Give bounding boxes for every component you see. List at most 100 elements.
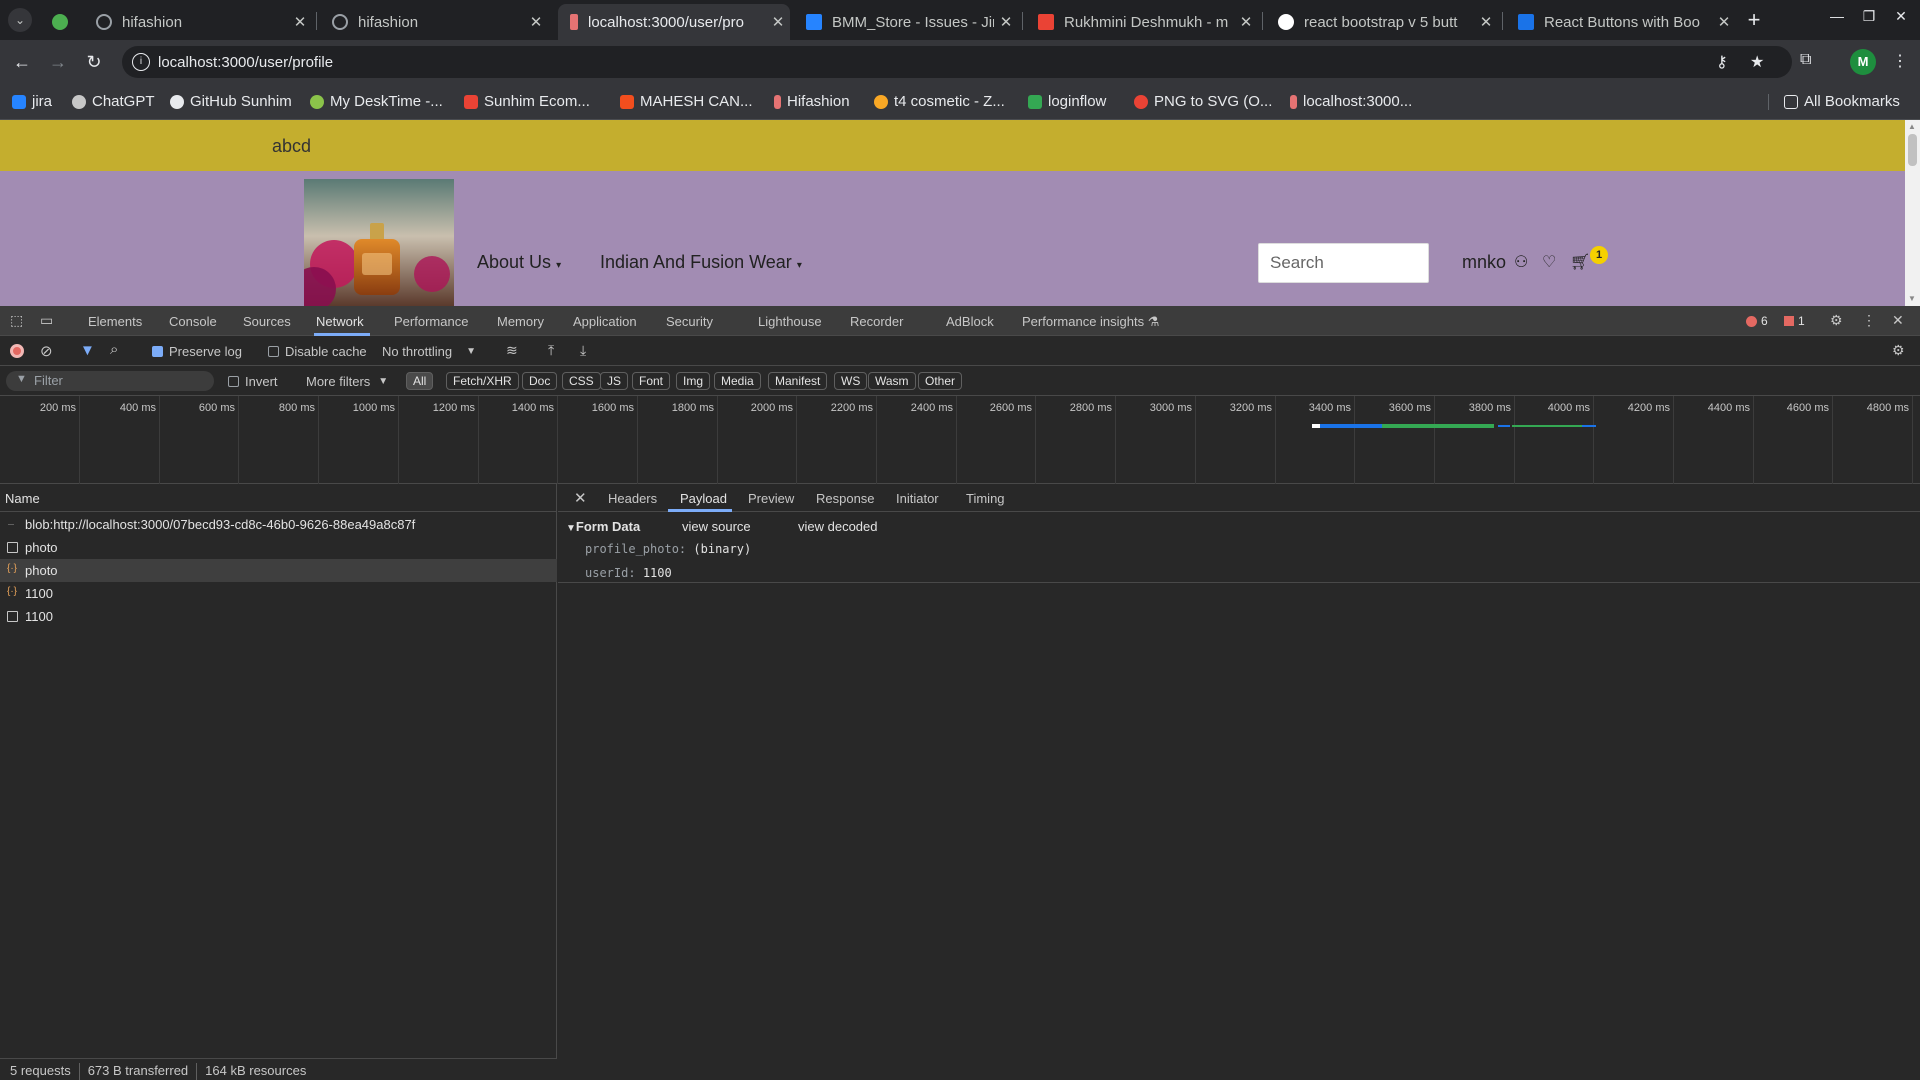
bookmark-mahesh[interactable]: MAHESH CAN... bbox=[620, 93, 753, 110]
tab-payload[interactable]: Payload bbox=[680, 491, 727, 506]
request-row[interactable]: {·} 1100 bbox=[0, 582, 557, 605]
forward-arrow-icon[interactable]: → bbox=[46, 50, 70, 74]
tab-hifashion-2[interactable]: hifashion ✕ bbox=[320, 4, 548, 40]
tab-elements[interactable]: Elements bbox=[88, 314, 142, 329]
filter-input[interactable]: Filter bbox=[6, 371, 214, 391]
request-row[interactable]: 1100 bbox=[0, 605, 557, 628]
new-tab-button[interactable]: + bbox=[1740, 6, 1768, 34]
scroll-thumb[interactable] bbox=[1908, 134, 1917, 166]
tab-performance-insights[interactable]: Performance insights ⚗ bbox=[1022, 314, 1159, 330]
network-conditions-icon[interactable]: ≋ bbox=[506, 342, 518, 359]
tab-adblock[interactable]: AdBlock bbox=[946, 314, 994, 329]
cart-icon[interactable]: 🛒︎ bbox=[1570, 252, 1590, 272]
bookmark-sunhim-ecom[interactable]: Sunhim Ecom... bbox=[464, 93, 590, 110]
filter-type-doc[interactable]: Doc bbox=[522, 372, 558, 390]
view-source-link[interactable]: view source bbox=[682, 519, 751, 534]
throttling-select[interactable]: No throttling ▼ bbox=[382, 344, 476, 359]
tab-lighthouse[interactable]: Lighthouse bbox=[758, 314, 822, 329]
bookmark-localhost[interactable]: localhost:3000... bbox=[1290, 93, 1412, 110]
user-name[interactable]: mnko bbox=[1462, 252, 1506, 273]
tab-console[interactable]: Console bbox=[169, 314, 217, 329]
close-tab-icon[interactable]: ✕ bbox=[1234, 13, 1258, 31]
close-window-button[interactable]: ✕ bbox=[1886, 8, 1916, 25]
error-count-badge[interactable]: 6 bbox=[1746, 314, 1768, 328]
site-info-icon[interactable]: i bbox=[132, 53, 150, 71]
extensions-icon[interactable]: ⧉ bbox=[1800, 51, 1811, 69]
url-text[interactable]: localhost:3000/user/profile bbox=[158, 54, 333, 71]
tab-timing[interactable]: Timing bbox=[966, 491, 1005, 506]
close-tab-icon[interactable]: ✕ bbox=[524, 13, 548, 31]
tab-recorder[interactable]: Recorder bbox=[850, 314, 903, 329]
request-row[interactable]: blob:http://localhost:3000/07becd93-cd8c… bbox=[0, 513, 557, 536]
tab-search-button[interactable]: ⌄ bbox=[8, 8, 32, 32]
close-tab-icon[interactable]: ✕ bbox=[994, 13, 1018, 31]
tab-hifashion-1[interactable]: hifashion ✕ bbox=[84, 4, 312, 40]
tab-sources[interactable]: Sources bbox=[243, 314, 291, 329]
export-har-icon[interactable]: ⤓ bbox=[580, 342, 586, 359]
bookmark-t4-cosmetic[interactable]: t4 cosmetic - Z... bbox=[874, 93, 1005, 110]
address-bar[interactable]: i localhost:3000/user/profile ⚷ ★ bbox=[122, 46, 1792, 78]
filter-type-all[interactable]: All bbox=[406, 372, 434, 390]
all-bookmarks[interactable]: All Bookmarks bbox=[1784, 93, 1900, 110]
disable-cache-checkbox[interactable]: Disable cache bbox=[268, 344, 367, 359]
tab-network[interactable]: Network bbox=[316, 314, 364, 329]
bookmark-chatgpt[interactable]: ChatGPT bbox=[72, 93, 155, 110]
bookmark-star-icon[interactable]: ★ bbox=[1750, 52, 1764, 72]
scroll-down-icon[interactable]: ▼ bbox=[1908, 294, 1916, 303]
column-header-name[interactable]: Name bbox=[0, 484, 557, 512]
close-tab-icon[interactable]: ✕ bbox=[766, 13, 790, 31]
bookmark-jira[interactable]: jira bbox=[12, 93, 52, 110]
close-tab-icon[interactable]: ✕ bbox=[1712, 13, 1736, 31]
tab-memory[interactable]: Memory bbox=[497, 314, 544, 329]
filter-type-other[interactable]: Other bbox=[918, 372, 963, 390]
password-key-icon[interactable]: ⚷ bbox=[1716, 52, 1728, 72]
tab-react-buttons[interactable]: React Buttons with Boo ✕ bbox=[1506, 4, 1736, 40]
close-tab-icon[interactable]: ✕ bbox=[1474, 13, 1498, 31]
invert-checkbox[interactable]: Invert bbox=[228, 374, 278, 389]
issue-count-badge[interactable]: 1 bbox=[1784, 314, 1805, 328]
filter-funnel-icon[interactable]: ▼ bbox=[80, 342, 95, 359]
nav-indian-fusion-wear[interactable]: Indian And Fusion Wear ▾ bbox=[600, 252, 802, 273]
filter-type-media[interactable]: Media bbox=[714, 372, 761, 390]
tab-security[interactable]: Security bbox=[666, 314, 713, 329]
inspect-element-icon[interactable]: ⬚ bbox=[10, 312, 23, 329]
tab-google-search[interactable]: react bootstrap v 5 butt ✕ bbox=[1266, 4, 1498, 40]
search-icon[interactable]: ⌕ bbox=[110, 341, 118, 358]
bookmark-png-to-svg[interactable]: PNG to SVG (O... bbox=[1134, 93, 1272, 110]
restore-button[interactable]: ❐ bbox=[1854, 8, 1884, 25]
import-har-icon[interactable]: ⤒ bbox=[548, 342, 554, 359]
user-icon[interactable]: ⚇ bbox=[1514, 252, 1528, 272]
menu-kebab-icon[interactable]: ⋮ bbox=[1892, 51, 1908, 71]
checkbox-checked[interactable] bbox=[152, 346, 163, 357]
tab-headers[interactable]: Headers bbox=[608, 491, 657, 506]
close-tab-icon[interactable]: ✕ bbox=[288, 13, 312, 31]
checkbox-unchecked[interactable] bbox=[228, 376, 239, 387]
bookmark-hifashion[interactable]: Hifashion bbox=[774, 93, 850, 110]
bookmark-desktime[interactable]: My DeskTime -... bbox=[310, 93, 443, 110]
record-button[interactable] bbox=[10, 344, 24, 358]
tab-initiator[interactable]: Initiator bbox=[896, 491, 939, 506]
request-row-selected[interactable]: {·} photo bbox=[0, 559, 557, 582]
nav-about-us[interactable]: About Us ▾ bbox=[477, 252, 561, 273]
tab-bmm-store-jira[interactable]: BMM_Store - Issues - Jir ✕ bbox=[794, 4, 1018, 40]
tab-localhost-profile[interactable]: localhost:3000/user/pro ✕ bbox=[558, 4, 790, 40]
filter-type-manifest[interactable]: Manifest bbox=[768, 372, 828, 390]
reload-icon[interactable]: ↻ bbox=[82, 50, 106, 74]
back-arrow-icon[interactable]: ← bbox=[10, 50, 34, 74]
wishlist-heart-icon[interactable]: ♡ bbox=[1542, 252, 1556, 272]
tab-pinned[interactable] bbox=[40, 4, 80, 40]
profile-avatar[interactable]: M bbox=[1850, 49, 1876, 75]
tab-gmail[interactable]: Rukhmini Deshmukh - m ✕ bbox=[1026, 4, 1258, 40]
bookmark-github[interactable]: GitHub Sunhim bbox=[170, 93, 292, 110]
page-scrollbar[interactable]: ▲ ▼ bbox=[1905, 120, 1920, 306]
checkbox-unchecked[interactable] bbox=[268, 346, 279, 357]
preserve-log-checkbox[interactable]: Preserve log bbox=[152, 344, 242, 359]
form-data-toggle[interactable]: ▼Form Data bbox=[566, 519, 640, 534]
filter-type-fetch-xhr[interactable]: Fetch/XHR bbox=[446, 372, 519, 390]
filter-type-img[interactable]: Img bbox=[676, 372, 711, 390]
filter-type-js[interactable]: JS bbox=[600, 372, 629, 390]
tab-application[interactable]: Application bbox=[573, 314, 637, 329]
tab-preview[interactable]: Preview bbox=[748, 491, 794, 506]
close-details-icon[interactable]: ✕ bbox=[574, 489, 587, 507]
site-logo[interactable] bbox=[304, 179, 454, 306]
